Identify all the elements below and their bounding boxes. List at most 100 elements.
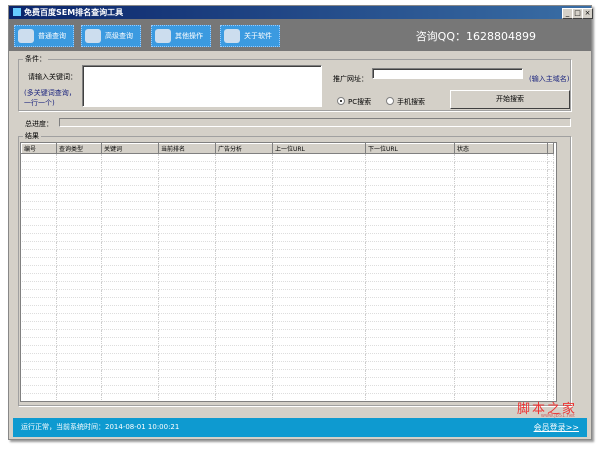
column-header-prev-url[interactable]: 上一位URL [272,143,366,154]
table-cell [101,393,159,401]
table-cell [547,249,554,258]
table-cell [547,217,554,226]
table-cell [56,217,102,226]
table-row[interactable] [21,321,554,330]
table-cell [547,297,554,306]
table-cell [547,225,554,234]
table-row[interactable] [21,369,554,378]
table-row[interactable] [21,217,554,226]
table-cell [365,345,455,354]
table-row[interactable] [21,377,554,386]
table-row[interactable] [21,241,554,250]
table-cell [272,273,366,282]
table-cell [454,385,548,394]
table-cell [101,177,159,186]
table-row[interactable] [21,249,554,258]
table-cell [21,169,57,178]
table-row[interactable] [21,177,554,186]
table-row[interactable] [21,337,554,346]
table-cell [547,153,554,162]
column-header-filler [547,143,554,154]
table-cell [21,321,57,330]
table-row[interactable] [21,193,554,202]
table-cell [365,241,455,250]
about-button[interactable]: 关于软件 [220,25,280,47]
table-row[interactable] [21,329,554,338]
table-row[interactable] [21,361,554,370]
table-cell [365,161,455,170]
normal-query-button[interactable]: 普通查询 [14,25,74,47]
progress-bar [59,118,571,127]
table-cell [159,402,216,403]
table-row[interactable] [21,169,554,178]
table-row[interactable] [21,273,554,282]
url-input[interactable] [372,68,523,79]
table-cell [547,337,554,346]
table-cell [365,361,455,370]
keyword-input[interactable] [82,65,322,107]
table-row[interactable] [21,153,554,162]
table-row[interactable] [21,265,554,274]
table-row[interactable] [21,393,554,401]
table-row[interactable] [21,313,554,322]
column-header-ad[interactable]: 广告分析 [215,143,273,154]
table-cell [21,345,57,354]
radio-pc[interactable]: PC搜索 [337,97,371,107]
start-search-button[interactable]: 开始搜索 [450,90,570,109]
table-cell [101,385,159,394]
close-button[interactable]: × [582,8,593,19]
table-cell [101,201,159,210]
results-table-container[interactable]: 编号 查询类型 关键词 当前排名 广告分析 上一位URL 下一位URL 状态 [20,142,557,402]
table-row[interactable] [21,233,554,242]
radio-mobile[interactable]: 手机搜索 [386,97,425,107]
table-cell [101,193,159,202]
table-row[interactable] [21,289,554,298]
table-cell [272,169,366,178]
table-cell [21,193,57,202]
table-cell [56,393,102,401]
table-cell [57,402,102,403]
table-cell [215,169,273,178]
member-login-link[interactable]: 会员登录>> [534,421,579,435]
table-row[interactable] [21,161,554,170]
table-cell [547,289,554,298]
table-row[interactable] [21,281,554,290]
table-cell [365,297,455,306]
table-cell [56,225,102,234]
table-cell [547,233,554,242]
table-row[interactable] [21,257,554,266]
table-cell [101,257,159,266]
table-cell [454,201,548,210]
other-operations-button[interactable]: 其他操作 [151,25,211,47]
table-row[interactable] [21,385,554,394]
table-row[interactable] [21,305,554,314]
table-cell [272,225,366,234]
table-row[interactable] [21,353,554,362]
table-cell [56,353,102,362]
table-cell [365,217,455,226]
column-header-rank[interactable]: 当前排名 [158,143,216,154]
table-cell [454,249,548,258]
table-cell [365,369,455,378]
table-row[interactable] [21,201,554,210]
table-row[interactable] [22,402,554,403]
table-cell [547,193,554,202]
advanced-query-button[interactable]: 高级查询 [81,25,141,47]
column-header-keyword[interactable]: 关键词 [101,143,159,154]
column-header-status[interactable]: 状态 [454,143,548,154]
column-header-id[interactable]: 编号 [21,143,57,154]
table-cell [101,289,159,298]
column-header-next-url[interactable]: 下一位URL [365,143,455,154]
table-row[interactable] [21,297,554,306]
table-cell [101,233,159,242]
table-row[interactable] [21,185,554,194]
table-row[interactable] [21,345,554,354]
table-cell [56,185,102,194]
table-cell [215,369,273,378]
table-row[interactable] [21,209,554,218]
table-cell [365,153,455,162]
table-cell [21,225,57,234]
table-row[interactable] [21,225,554,234]
table-cell [158,353,216,362]
column-header-type[interactable]: 查询类型 [56,143,102,154]
